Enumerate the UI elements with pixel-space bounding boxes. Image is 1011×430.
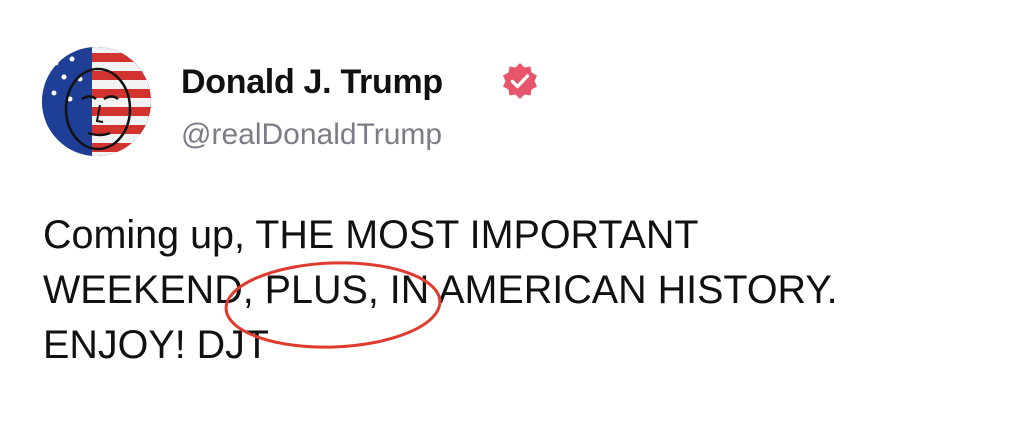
post-body-text: Coming up, THE MOST IMPORTANT WEEKEND, P… [43,213,838,367]
verified-badge-icon [503,63,537,99]
author-handle[interactable]: @realDonaldTrump [181,117,442,153]
red-circle-annotation [224,261,442,349]
author-display-name[interactable]: Donald J. Trump [181,62,443,102]
author-avatar[interactable] [42,47,151,156]
flag-face-icon [42,47,151,156]
post-card: Donald J. Trump @realDonaldTrump Coming … [0,0,1011,430]
